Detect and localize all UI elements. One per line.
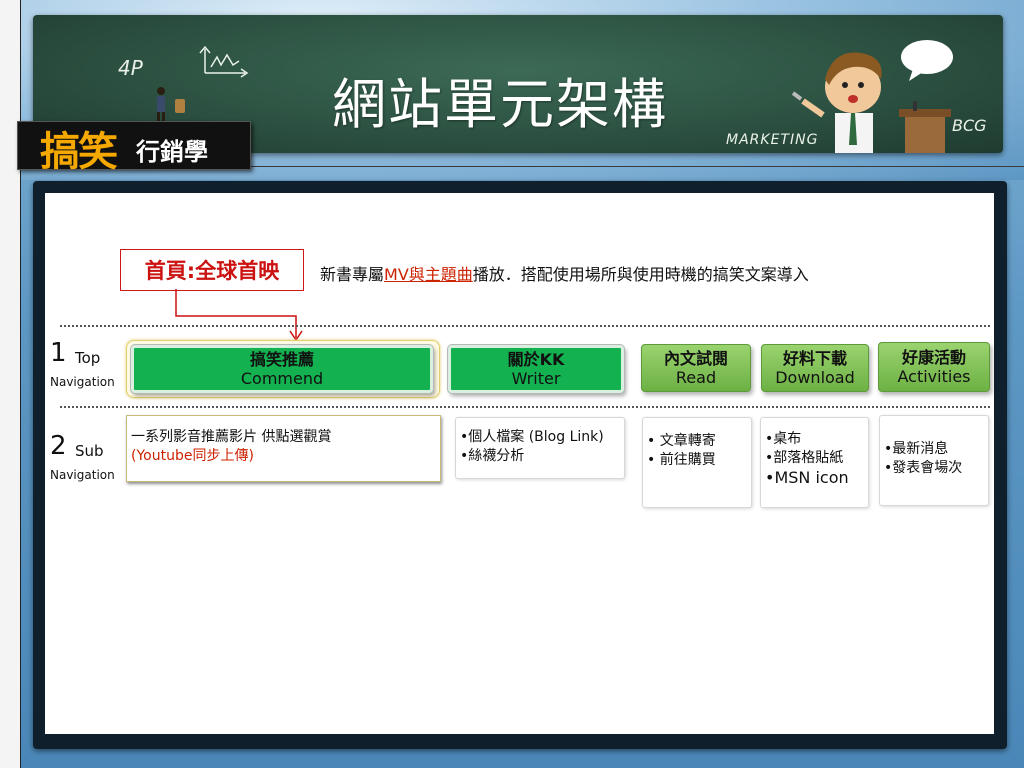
nav-commend-en: Commend [240, 369, 324, 388]
sub-activities-box: •最新消息 •發表會場次 [879, 415, 989, 506]
nav-activities-zh: 好康活動 [901, 348, 966, 367]
nav-download-zh: 好料下載 [782, 349, 847, 368]
sub-writer-box: •個人檔案 (Blog Link) •絲襪分析 [455, 417, 625, 479]
brand-logo: 搞笑 行銷學 [17, 121, 251, 175]
nav-download-button[interactable]: 好料下載 Download [761, 344, 869, 392]
chart-doodle-icon [199, 45, 249, 78]
home-desc-highlight-link[interactable]: MV與主題曲 [384, 265, 473, 284]
level-sub-sub: Navigation [50, 468, 115, 482]
sub-download-item[interactable]: •桌布 [765, 430, 864, 449]
sub-writer-item[interactable]: •絲襪分析 [460, 447, 620, 466]
dotted-separator-sub [60, 406, 990, 408]
sub-download-item[interactable]: •MSN icon [765, 468, 864, 487]
home-desc-before: 新書專屬 [320, 265, 385, 284]
nav-activities-en: Activities [897, 367, 971, 386]
chalk-text-bcg: BCG [952, 116, 987, 135]
home-node[interactable]: 首頁:全球首映 [120, 249, 304, 291]
nav-read-button[interactable]: 內文試閱 Read [641, 344, 751, 392]
level-number-sub: 2 [50, 431, 67, 461]
people-doodle-icon [157, 87, 185, 122]
level-name-top: Top [75, 349, 101, 367]
level-name-sub: Sub [75, 442, 104, 460]
sub-download-box: •桌布 •部落格貼紙 •MSN icon [760, 417, 869, 508]
sub-read-item[interactable]: • 文章轉寄 [647, 432, 747, 451]
sub-commend-line1: 一系列影音推薦影片 供點選觀賞 [131, 429, 332, 445]
nav-commend-zh: 搞笑推薦 [249, 350, 314, 369]
sub-commend-line2: (Youtube同步上傳) [131, 448, 254, 464]
chalk-text-4p: 4P [118, 56, 143, 80]
chalk-text-marketing: MARKETING [726, 132, 819, 148]
sub-activities-item[interactable]: •發表會場次 [884, 459, 984, 478]
nav-writer-en: Writer [511, 369, 561, 388]
home-description: 新書專屬MV與主題曲播放．搭配使用場所與使用時機的搞笑文案導入 [320, 261, 809, 285]
podium-icon [899, 101, 951, 153]
page-title: 網站單元架構 [332, 73, 668, 136]
level-number-top: 1 [50, 338, 67, 368]
nav-activities-button[interactable]: 好康活動 Activities [878, 342, 990, 392]
sub-commend-box: 一系列影音推薦影片 供點選觀賞 (Youtube同步上傳) [126, 415, 441, 482]
nav-writer-zh: 關於KK [507, 350, 565, 369]
dotted-separator-top [60, 325, 990, 327]
nav-writer-button[interactable]: 關於KK Writer [448, 345, 624, 393]
slide-left-margin [0, 0, 21, 768]
nav-read-en: Read [675, 368, 717, 387]
home-desc-after: 播放．搭配使用場所與使用時機的搞笑文案導入 [472, 265, 809, 284]
sub-download-item[interactable]: •部落格貼紙 [765, 449, 864, 468]
level-sub-top: Navigation [50, 375, 115, 389]
sub-read-item[interactable]: • 前往購買 [647, 451, 747, 470]
nav-commend-button[interactable]: 搞笑推薦 Commend [131, 345, 433, 393]
sub-activities-item[interactable]: •最新消息 [884, 440, 984, 459]
nav-read-zh: 內文試閱 [663, 349, 728, 368]
nav-download-en: Download [775, 368, 855, 387]
logo-text-big: 搞笑 [40, 129, 118, 175]
sub-writer-item[interactable]: •個人檔案 (Blog Link) [460, 428, 620, 447]
speech-bubble-icon [901, 40, 953, 81]
logo-text-small: 行銷學 [136, 137, 208, 166]
sub-read-box: • 文章轉寄 • 前往購買 [642, 417, 752, 508]
